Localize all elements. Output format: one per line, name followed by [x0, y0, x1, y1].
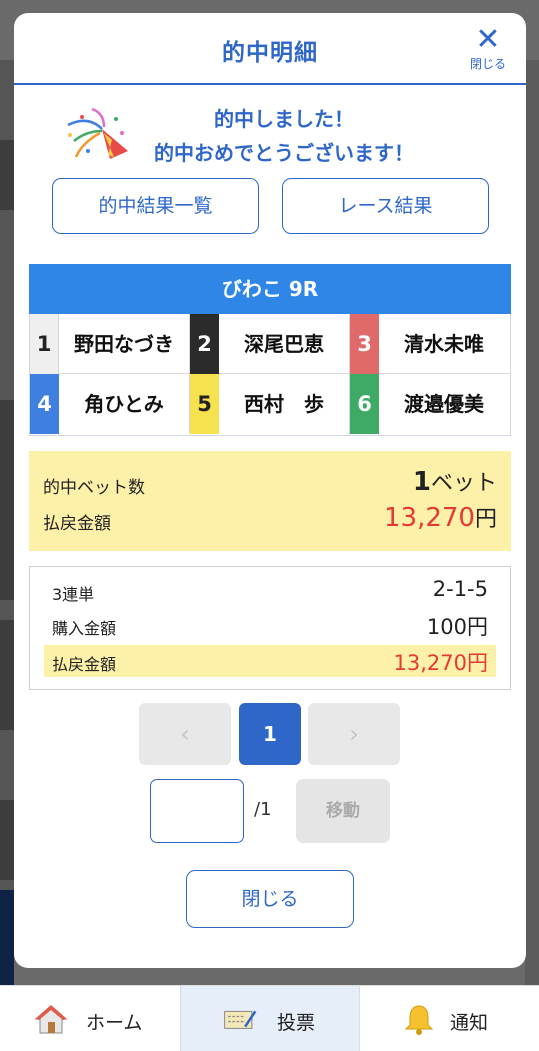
purchase-row: 購入金額 100円	[44, 609, 496, 641]
celebration-message: 的中しました！ 的中おめでとうございます！	[14, 103, 526, 169]
bet-count-value: 1ベット	[413, 465, 497, 497]
racer-name: 角ひとみ	[84, 392, 164, 416]
home-icon	[34, 1005, 68, 1034]
bet-type-row: 3連単 2-1-5	[44, 575, 496, 607]
modal-header: 的中明細 ✕ 閉じる	[14, 13, 526, 85]
bet-combination: 2-1-5	[432, 577, 488, 601]
racer-6: 6 渡邉優美	[350, 374, 511, 434]
racer-number: 1	[30, 314, 59, 374]
close-modal-button[interactable]: ✕ 閉じる	[468, 23, 508, 73]
move-page-button[interactable]: 移動	[296, 779, 390, 843]
hit-results-list-button[interactable]: 的中結果一覧	[52, 178, 259, 234]
purchase-label: 購入金額	[52, 619, 117, 638]
racer-5: 5 西村 歩	[190, 374, 350, 434]
total-pages: /1	[254, 799, 272, 820]
celebration-line-1: 的中しました！	[214, 107, 354, 131]
detail-payout-value: 13,270円	[393, 651, 488, 675]
background-app-footer	[0, 890, 14, 985]
close-button[interactable]: 閉じる	[186, 870, 354, 928]
party-popper-icon	[67, 107, 128, 159]
race-results-button[interactable]: レース結果	[282, 178, 489, 234]
payout-unit: 円	[474, 507, 497, 532]
page-jump: /1 移動	[14, 779, 526, 843]
hit-summary: 的中ベット数 1ベット 払戻金額 13,270円	[29, 451, 511, 551]
racer-number: 6	[350, 374, 379, 434]
background-app-right	[525, 60, 539, 990]
page-number-input[interactable]	[150, 779, 244, 843]
payout-value: 13,270円	[384, 501, 497, 533]
ticket-icon	[224, 1010, 257, 1029]
tab-notify[interactable]: 通知	[360, 986, 539, 1051]
background-app-left	[0, 60, 14, 990]
next-page-button[interactable]: ›	[308, 703, 400, 765]
purchase-value: 100円	[426, 615, 488, 639]
celebration-line-2: 的中おめでとうございます！	[154, 141, 414, 165]
bell-icon	[404, 1005, 434, 1035]
tab-vote-label: 投票	[277, 1012, 316, 1034]
racer-name: 野田なづき	[74, 332, 174, 356]
racer-number: 3	[350, 314, 379, 374]
racer-name: 深尾巴恵	[244, 332, 324, 356]
racer-number: 5	[190, 374, 219, 434]
tab-home[interactable]: ホーム	[0, 986, 180, 1051]
prev-page-button[interactable]: ‹	[139, 703, 231, 765]
bet-count-label: 的中ベット数	[43, 478, 145, 498]
pagination: ‹ 1 ›	[14, 703, 526, 765]
racer-2: 2 深尾巴恵	[190, 314, 350, 374]
payout-label: 払戻金額	[43, 514, 111, 534]
detail-payout-row: 払戻金額 13,270円	[44, 645, 496, 677]
race-title: びわこ 9R	[29, 264, 511, 314]
payout-amount: 13,270	[384, 503, 475, 533]
racer-name: 渡邉優美	[404, 392, 484, 416]
racer-3: 3 清水未唯	[350, 314, 511, 374]
detail-payout-label: 払戻金額	[52, 655, 117, 674]
hit-detail-modal: 的中明細 ✕ 閉じる 的中しました！ 的中おめでとうございます！ 的中結果一覧 …	[14, 13, 526, 968]
racer-number: 2	[190, 314, 219, 374]
racer-name: 清水未唯	[404, 332, 484, 356]
bottom-tab-bar: ホーム 投票 通知	[0, 985, 539, 1051]
bet-detail: 3連単 2-1-5 購入金額 100円 払戻金額 13,270円	[29, 566, 511, 690]
racer-4: 4 角ひとみ	[30, 374, 190, 434]
tab-vote[interactable]: 投票	[180, 986, 360, 1051]
bet-type: 3連単	[52, 585, 95, 604]
close-modal-label: 閉じる	[469, 57, 506, 71]
bet-count-number: 1	[412, 467, 431, 497]
racer-1: 1 野田なづき	[30, 314, 190, 374]
racer-name: 西村 歩	[244, 392, 324, 416]
close-icon: ✕	[475, 22, 501, 57]
current-page-button[interactable]: 1	[239, 703, 301, 765]
modal-title: 的中明細	[222, 40, 318, 66]
racer-grid: 1 野田なづき 2 深尾巴恵 3 清水未唯 4 角ひとみ 5 西村 歩 6 渡邉…	[29, 314, 511, 436]
tab-home-label: ホーム	[86, 1012, 143, 1034]
bet-count-unit: ベット	[430, 471, 497, 496]
tab-notify-label: 通知	[450, 1012, 489, 1034]
racer-number: 4	[30, 374, 59, 434]
